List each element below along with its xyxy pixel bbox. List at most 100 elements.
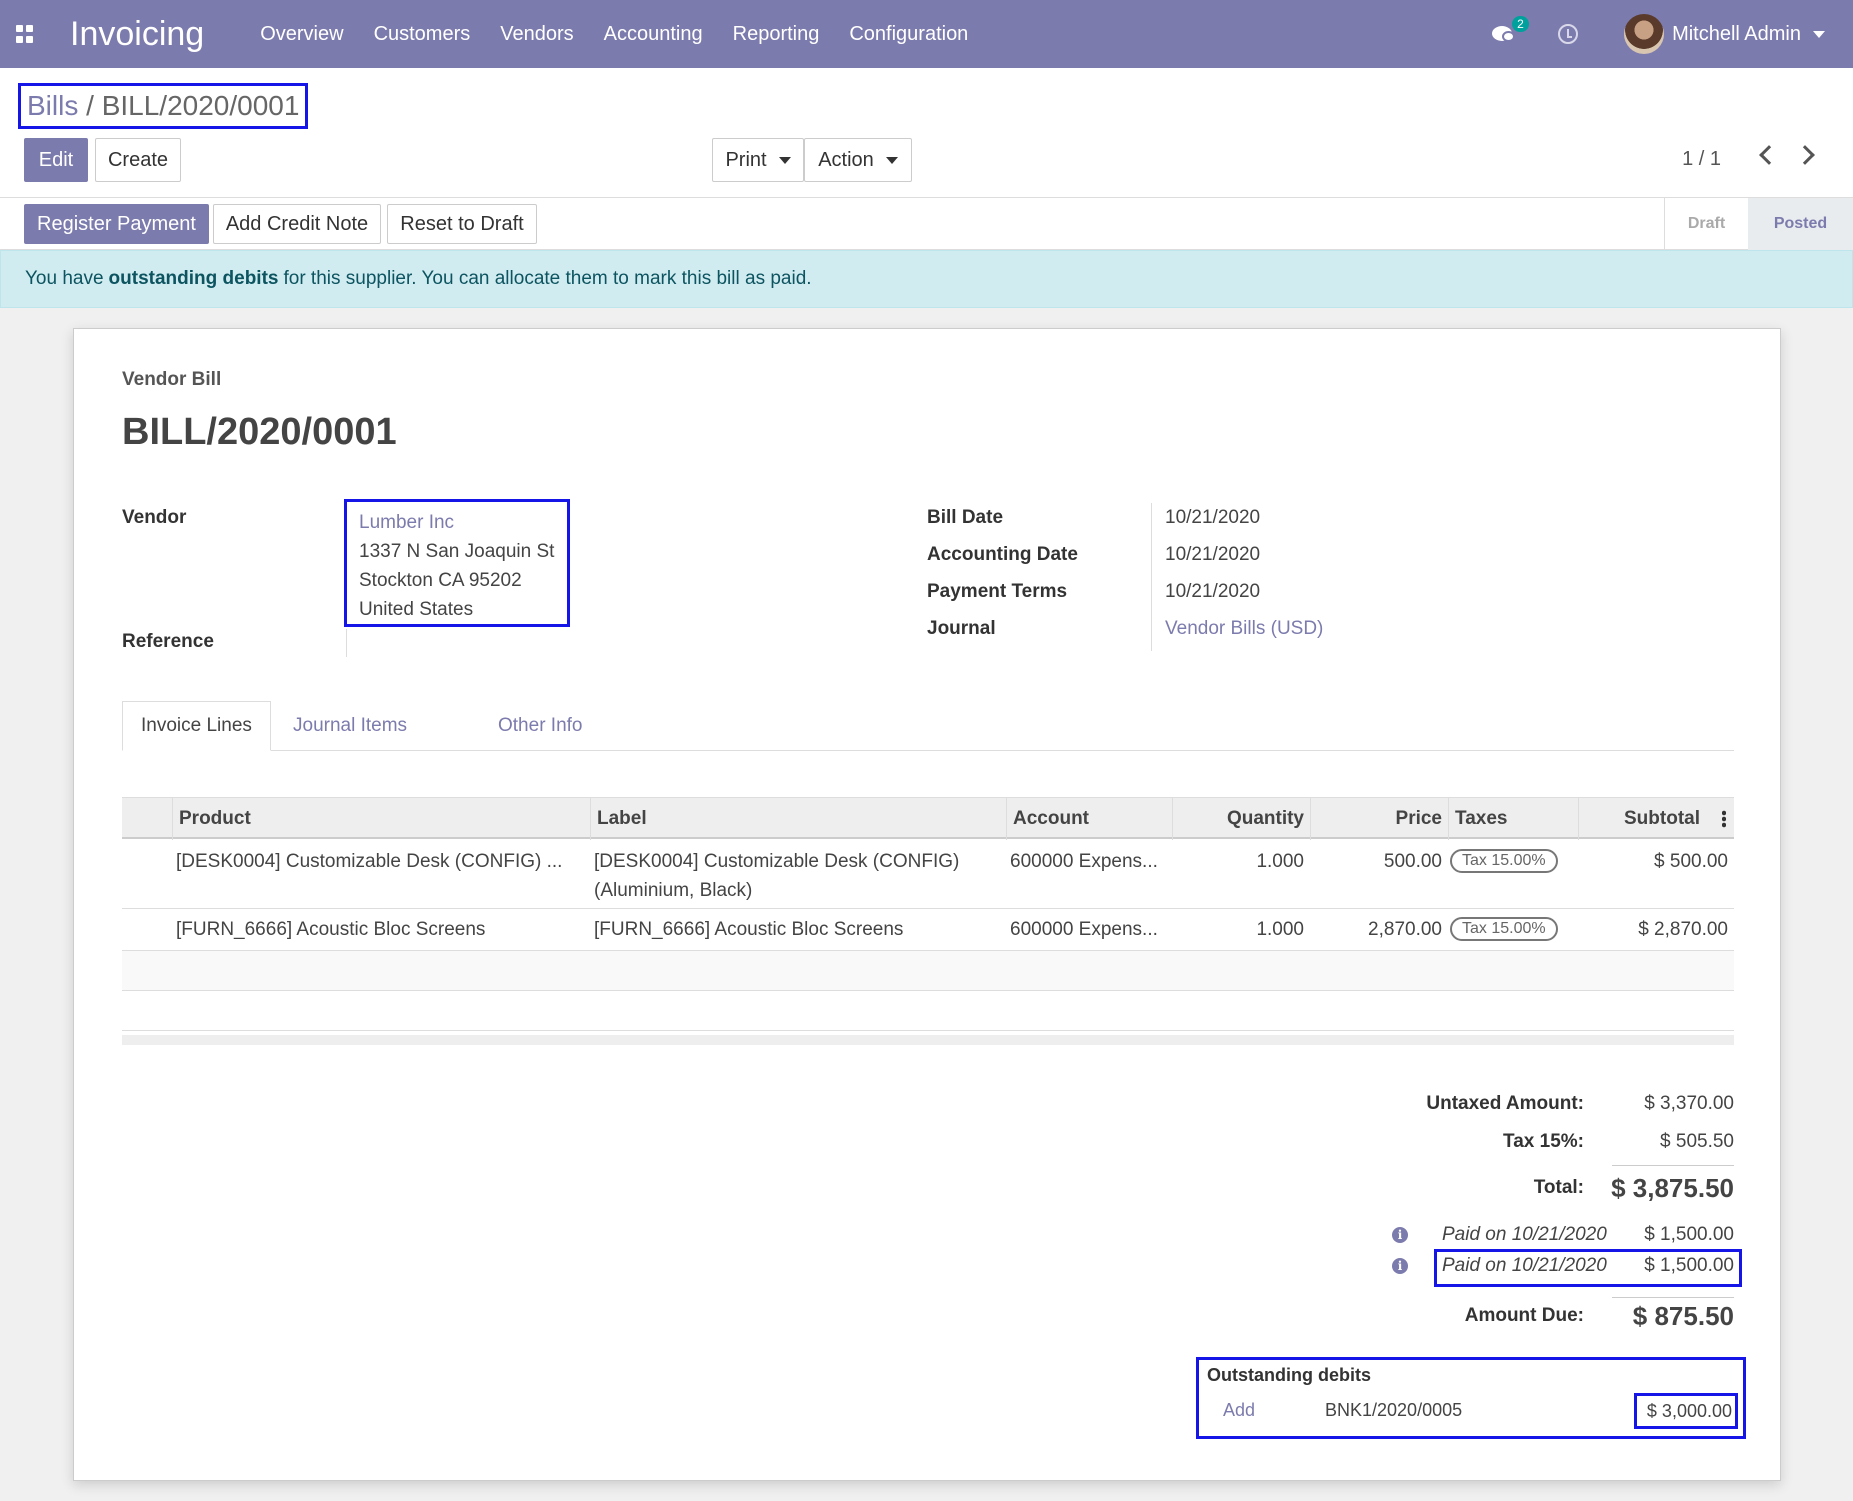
reference-label: Reference xyxy=(122,631,214,652)
line-account: 600000 Expens... xyxy=(1010,851,1158,872)
alert-bold: outstanding debits xyxy=(108,268,279,289)
print-dropdown[interactable]: Print xyxy=(712,138,804,182)
create-button[interactable]: Create xyxy=(95,138,181,182)
tax-tag: Tax 15.00% xyxy=(1450,917,1558,941)
reference-field[interactable] xyxy=(346,629,347,657)
field-divider xyxy=(1151,503,1152,651)
alert-suffix: for this supplier. You can allocate them… xyxy=(283,268,812,289)
tax-tag: Tax 15.00% xyxy=(1450,849,1558,873)
edit-button[interactable]: Edit xyxy=(24,138,88,182)
journal-label: Journal xyxy=(927,618,996,639)
tab-journal-items[interactable]: Journal Items xyxy=(293,701,407,751)
line-product: [DESK0004] Customizable Desk (CONFIG) ..… xyxy=(176,851,563,872)
column-subtotal[interactable]: Subtotal xyxy=(1578,798,1706,840)
line-label: [FURN_6666] Acoustic Bloc Screens xyxy=(594,919,904,940)
bill-date-value: 10/21/2020 xyxy=(1165,507,1261,528)
outstanding-debits-alert: You have outstanding debits for this sup… xyxy=(0,250,1853,308)
accounting-date-value: 10/21/2020 xyxy=(1165,544,1261,565)
main-menu: Overview Customers Vendors Accounting Re… xyxy=(260,23,998,46)
messages-icon[interactable]: 2 xyxy=(1492,16,1529,44)
payment-label: Paid on 10/21/2020 xyxy=(1442,1224,1607,1245)
optional-columns-icon[interactable] xyxy=(1722,810,1726,828)
column-taxes[interactable]: Taxes xyxy=(1448,798,1578,840)
table-row[interactable]: [DESK0004] Customizable Desk (CONFIG) ..… xyxy=(122,839,1734,909)
menu-accounting[interactable]: Accounting xyxy=(604,23,703,46)
add-credit-note-button[interactable]: Add Credit Note xyxy=(213,204,381,244)
total-value: $ 3,875.50 xyxy=(1611,1173,1734,1203)
vendor-label: Vendor xyxy=(122,507,187,528)
vendor-address-line: United States xyxy=(359,599,474,620)
line-product: [FURN_6666] Acoustic Bloc Screens xyxy=(176,919,486,940)
bill-date-label: Bill Date xyxy=(927,507,1004,528)
empty-row xyxy=(122,951,1734,991)
table-header: Product Label Account Quantity Price Tax… xyxy=(122,797,1734,840)
payment-info-icon[interactable]: i xyxy=(1392,1227,1408,1243)
menu-vendors[interactable]: Vendors xyxy=(500,23,573,46)
control-panel: Bills / BILL/2020/0001 Edit Create Print… xyxy=(0,68,1853,198)
amount-due-label: Amount Due: xyxy=(1464,1305,1584,1326)
line-price: 500.00 xyxy=(1383,851,1442,872)
vendor-address-line: Stockton CA 95202 xyxy=(359,570,522,591)
column-account[interactable]: Account xyxy=(1006,798,1172,840)
column-price[interactable]: Price xyxy=(1310,798,1448,840)
breadcrumb-separator: / xyxy=(86,90,94,121)
user-avatar[interactable] xyxy=(1624,14,1665,54)
apps-menu-icon[interactable] xyxy=(16,25,34,43)
outstanding-debits-widget: Outstanding debits Add BNK1/2020/0005 $ … xyxy=(1196,1357,1746,1439)
column-quantity[interactable]: Quantity xyxy=(1172,798,1310,840)
empty-row xyxy=(122,991,1734,1031)
table-footer xyxy=(122,1035,1734,1045)
reset-to-draft-button[interactable]: Reset to Draft xyxy=(387,204,537,244)
menu-reporting[interactable]: Reporting xyxy=(733,23,820,46)
action-caret-icon xyxy=(885,156,898,164)
vendor-field: Lumber Inc 1337 N San Joaquin St Stockto… xyxy=(344,499,570,627)
breadcrumb: Bills / BILL/2020/0001 xyxy=(18,83,309,129)
line-subtotal: $ 2,870.00 xyxy=(1638,919,1728,940)
payment-info-icon[interactable]: i xyxy=(1392,1258,1408,1274)
line-label-2: (Aluminium, Black) xyxy=(594,880,753,901)
document-type: Vendor Bill xyxy=(122,369,222,390)
menu-overview[interactable]: Overview xyxy=(260,23,343,46)
outstanding-debits-title: Outstanding debits xyxy=(1207,1365,1371,1385)
line-account: 600000 Expens... xyxy=(1010,919,1158,940)
table-row[interactable]: [FURN_6666] Acoustic Bloc Screens [FURN_… xyxy=(122,909,1734,951)
menu-configuration[interactable]: Configuration xyxy=(849,23,968,46)
column-product[interactable]: Product xyxy=(172,798,590,840)
messages-count-badge: 2 xyxy=(1512,16,1529,32)
untaxed-amount-value: $ 3,370.00 xyxy=(1644,1093,1734,1114)
payment-label: Paid on 10/21/2020 xyxy=(1442,1255,1607,1276)
pager-value[interactable]: 1 / 1 xyxy=(1682,148,1721,171)
app-title[interactable]: Invoicing xyxy=(70,15,204,54)
tab-other-info[interactable]: Other Info xyxy=(498,701,583,751)
user-menu[interactable]: Mitchell Admin xyxy=(1672,23,1801,46)
divider xyxy=(1612,1297,1734,1298)
add-outstanding-link[interactable]: Add xyxy=(1223,1400,1255,1421)
activities-clock-icon[interactable] xyxy=(1558,24,1579,44)
user-menu-caret-icon[interactable] xyxy=(1813,30,1825,38)
stage-posted: Posted xyxy=(1748,198,1853,250)
action-dropdown[interactable]: Action xyxy=(804,138,912,182)
register-payment-button[interactable]: Register Payment xyxy=(24,204,209,244)
vendor-name-link[interactable]: Lumber Inc xyxy=(359,508,555,537)
pager-next-icon[interactable] xyxy=(1795,145,1815,165)
outstanding-ref: BNK1/2020/0005 xyxy=(1325,1400,1463,1420)
tab-invoice-lines[interactable]: Invoice Lines xyxy=(122,701,271,751)
payment-terms-value: 10/21/2020 xyxy=(1165,581,1261,602)
total-label: Total: xyxy=(1533,1177,1584,1198)
pager-previous-icon[interactable] xyxy=(1759,145,1779,165)
breadcrumb-current: BILL/2020/0001 xyxy=(101,90,300,121)
line-subtotal: $ 500.00 xyxy=(1654,851,1728,872)
document-title: BILL/2020/0001 xyxy=(122,411,397,453)
column-label[interactable]: Label xyxy=(590,798,1006,840)
action-label: Action xyxy=(818,148,874,171)
notebook-tabs: Invoice Lines Journal Items Other Info xyxy=(122,701,1734,751)
tax-label: Tax 15%: xyxy=(1503,1131,1584,1152)
menu-customers[interactable]: Customers xyxy=(374,23,471,46)
untaxed-amount-label: Untaxed Amount: xyxy=(1426,1093,1584,1114)
payment-amount: $ 1,500.00 xyxy=(1644,1255,1734,1276)
tax-value: $ 505.50 xyxy=(1660,1131,1734,1152)
journal-link[interactable]: Vendor Bills (USD) xyxy=(1165,618,1323,640)
breadcrumb-bills-link[interactable]: Bills xyxy=(27,90,78,121)
divider xyxy=(1612,1165,1734,1166)
stage-draft[interactable]: Draft xyxy=(1664,198,1748,250)
